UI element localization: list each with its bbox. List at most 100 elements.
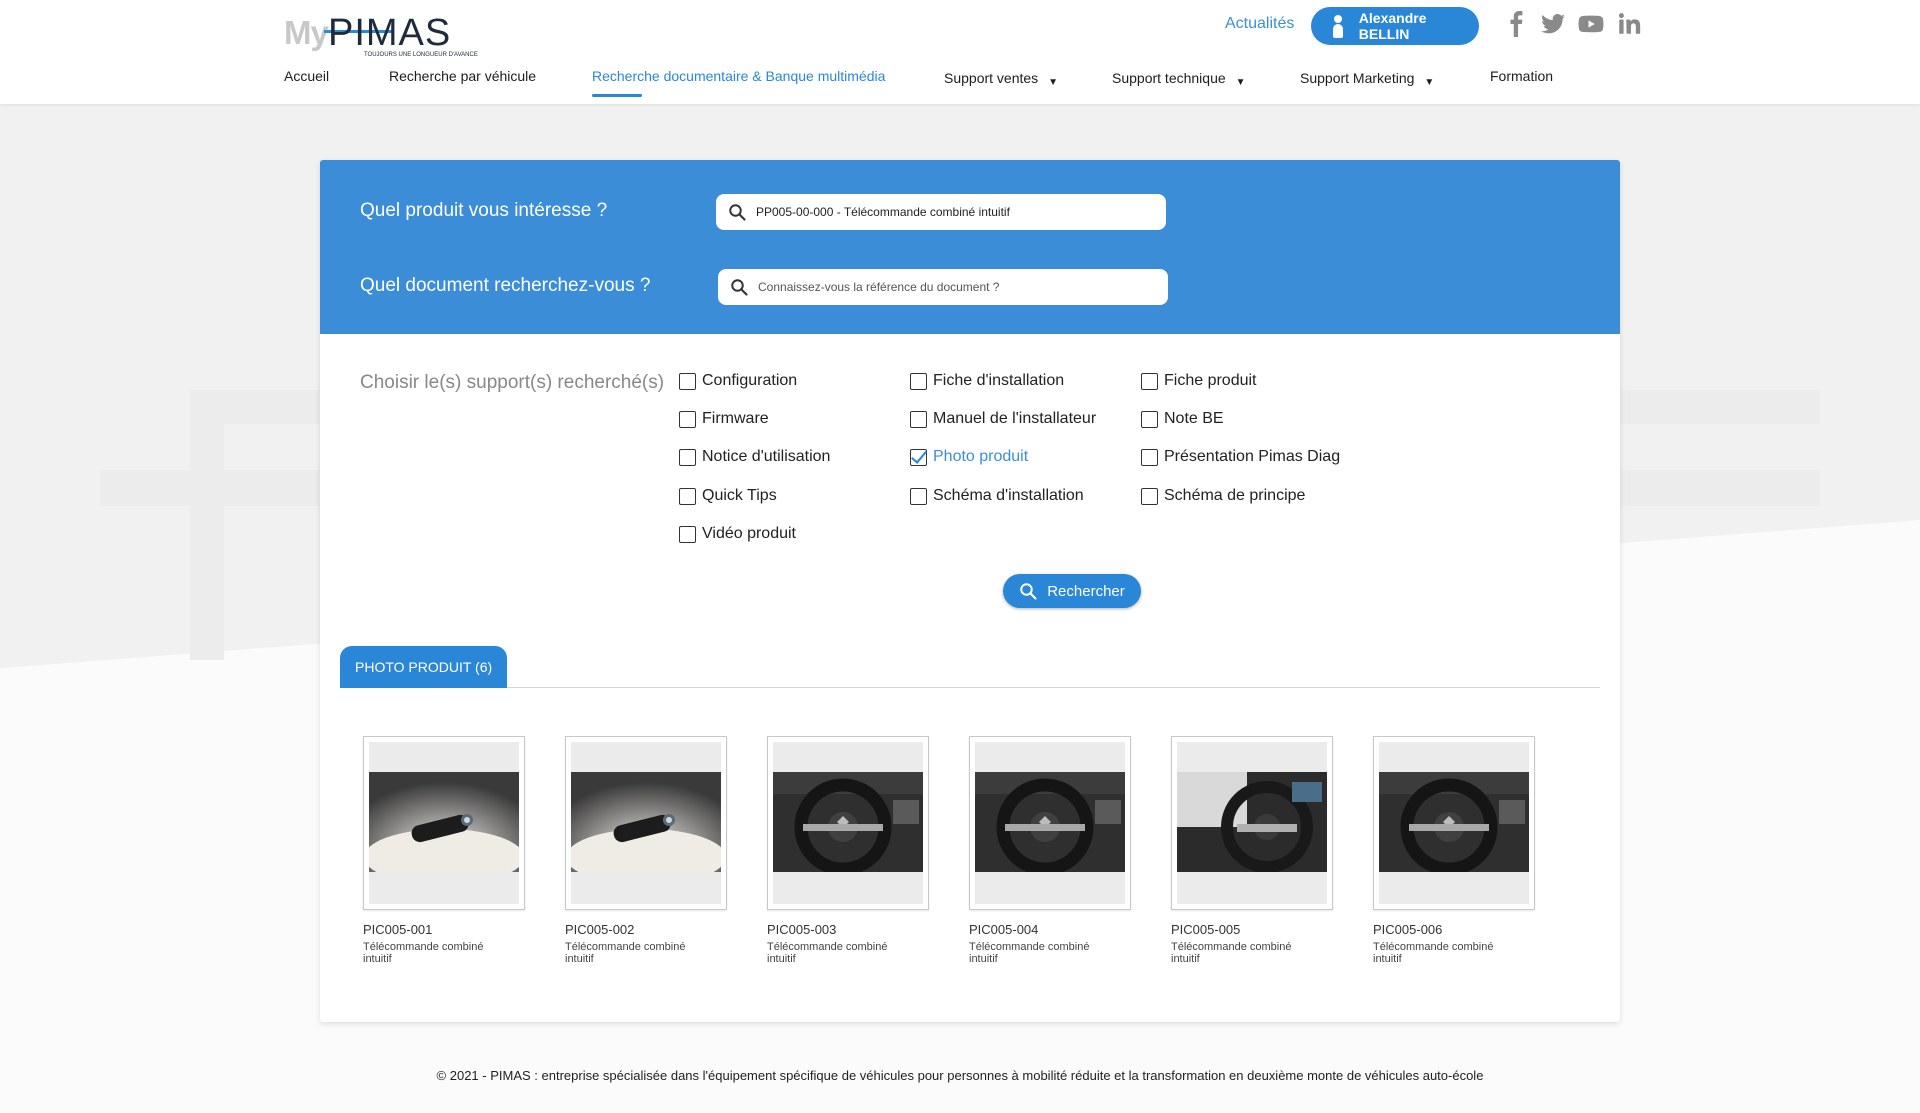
- facebook-icon[interactable]: [1504, 11, 1530, 37]
- photo-result-item[interactable]: PIC005-003 Télécommande combiné intuitif: [767, 736, 929, 965]
- logo-name: PIMAS: [328, 12, 452, 54]
- filter-checkbox[interactable]: Note BE: [1141, 410, 1224, 428]
- filter-checkbox[interactable]: Fiche d'installation: [910, 372, 1064, 390]
- logo-tagline: TOUJOURS UNE LONGUEUR D'AVANCE: [364, 52, 478, 58]
- checkbox-icon[interactable]: [1141, 487, 1158, 505]
- nav-item-support-ventes[interactable]: Support ventes ▼: [944, 70, 1059, 88]
- filter-checkbox[interactable]: Vidéo produit: [679, 525, 796, 543]
- filter-checkbox-label: Note BE: [1164, 410, 1224, 427]
- checkbox-icon[interactable]: [1141, 372, 1158, 390]
- filter-checkbox-label: Vidéo produit: [702, 525, 796, 542]
- rechercher-button[interactable]: Rechercher: [1003, 574, 1141, 608]
- filter-checkbox-label: Notice d'utilisation: [702, 448, 831, 465]
- filter-checkbox[interactable]: Manuel de l'installateur: [910, 410, 1096, 428]
- product-photo: [571, 772, 721, 872]
- filter-checkbox[interactable]: Firmware: [679, 410, 769, 428]
- filter-checkbox-label: Schéma d'installation: [933, 487, 1084, 504]
- checkbox-icon[interactable]: [910, 372, 927, 390]
- checkbox-icon[interactable]: [1141, 448, 1158, 466]
- nav-item-label: Recherche par véhicule: [389, 68, 537, 84]
- photo-thumbnail-inner: [571, 742, 721, 904]
- photo-result-item[interactable]: PIC005-001 Télécommande combiné intuitif: [363, 736, 525, 965]
- nav-item-recherche-documentaire[interactable]: Recherche documentaire & Banque multiméd…: [592, 68, 885, 84]
- nav-item-accueil[interactable]: Accueil: [284, 68, 329, 84]
- site-header: My PIMAS TOUJOURS UNE LONGUEUR D'AVANCE …: [0, 0, 1920, 104]
- filter-checkbox[interactable]: Quick Tips: [679, 487, 777, 505]
- caret-down-icon: ▼: [1424, 77, 1435, 88]
- photo-reference[interactable]: PIC005-003: [767, 922, 929, 937]
- filter-checkbox[interactable]: Photo produit: [910, 448, 1028, 466]
- nav-item-label: Accueil: [284, 68, 330, 84]
- photo-thumbnail[interactable]: [363, 736, 525, 910]
- nav-item-support-marketing[interactable]: Support Marketing ▼: [1300, 70, 1435, 88]
- main-nav: Accueil Recherche par véhicule Recherche…: [0, 68, 1920, 104]
- filter-checkbox[interactable]: Schéma d'installation: [910, 487, 1084, 505]
- checkbox-icon[interactable]: [1141, 410, 1158, 428]
- product-question-label: Quel produit vous intéresse ?: [360, 200, 608, 221]
- checkbox-icon[interactable]: [679, 487, 696, 505]
- photo-result-item[interactable]: PIC005-002 Télécommande combiné intuitif: [565, 736, 727, 965]
- product-photo: [773, 772, 923, 872]
- nav-item-support-technique[interactable]: Support technique ▼: [1112, 70, 1246, 88]
- checkbox-icon[interactable]: [679, 410, 696, 428]
- checkbox-icon[interactable]: [679, 448, 696, 466]
- product-photo: [1379, 772, 1529, 872]
- photo-description: Télécommande combiné intuitif: [767, 941, 888, 965]
- filter-checkbox-label: Firmware: [702, 410, 769, 427]
- caret-down-icon: ▼: [1235, 77, 1246, 88]
- tab-photo-produit[interactable]: PHOTO PRODUIT (6): [340, 646, 508, 688]
- filter-checkbox-label: Fiche d'installation: [933, 372, 1065, 389]
- checkbox-icon[interactable]: [910, 410, 927, 428]
- photo-result-item[interactable]: PIC005-005 Télécommande combiné intuitif: [1171, 736, 1333, 965]
- linkedin-icon[interactable]: [1616, 11, 1642, 37]
- photo-reference[interactable]: PIC005-002: [565, 922, 727, 937]
- nav-item-label: Recherche documentaire & Banque multiméd…: [592, 68, 886, 84]
- youtube-icon[interactable]: [1578, 11, 1604, 37]
- product-photo: [975, 772, 1125, 872]
- filter-checkbox[interactable]: Configuration: [679, 372, 797, 390]
- nav-item-recherche-vehicule[interactable]: Recherche par véhicule: [389, 68, 536, 84]
- twitter-icon[interactable]: [1540, 11, 1566, 37]
- filter-checkbox-label: Fiche produit: [1164, 372, 1257, 389]
- site-footer: © 2021 - PIMAS : entreprise spécialisée …: [436, 1068, 1484, 1083]
- photo-reference[interactable]: PIC005-004: [969, 922, 1131, 937]
- filter-checkbox[interactable]: Fiche produit: [1141, 372, 1257, 390]
- checkbox-icon[interactable]: [679, 372, 696, 390]
- checkbox-icon[interactable]: [910, 487, 927, 505]
- photo-thumbnail-inner: [975, 742, 1125, 904]
- photo-reference[interactable]: PIC005-001: [363, 922, 525, 937]
- photo-thumbnail[interactable]: [1373, 736, 1535, 910]
- checkbox-checked-icon[interactable]: [910, 448, 927, 466]
- document-search-input[interactable]: [758, 280, 1138, 294]
- caret-down-icon: ▼: [1048, 77, 1059, 88]
- filter-checkbox[interactable]: Notice d'utilisation: [679, 448, 830, 466]
- photo-thumbnail[interactable]: [565, 736, 727, 910]
- photo-thumbnail[interactable]: [969, 736, 1131, 910]
- photo-thumbnail[interactable]: [1171, 736, 1333, 910]
- product-search-box: [716, 194, 1166, 230]
- filter-label: Choisir le(s) support(s) recherché(s): [360, 372, 665, 393]
- filter-checkbox[interactable]: Présentation Pimas Diag: [1141, 448, 1340, 466]
- photo-reference[interactable]: PIC005-006: [1373, 922, 1535, 937]
- search-icon: [729, 204, 746, 221]
- actualites-link[interactable]: Actualités: [1225, 15, 1294, 33]
- filter-checkbox-label: Schéma de principe: [1164, 487, 1306, 504]
- nav-item-label: Formation: [1490, 68, 1554, 84]
- product-search-input[interactable]: [756, 205, 1136, 219]
- filter-checkbox-label: Manuel de l'installateur: [933, 410, 1097, 427]
- nav-item-label: Support technique: [1112, 70, 1226, 86]
- photo-thumbnail[interactable]: [767, 736, 929, 910]
- user-account-button[interactable]: Alexandre BELLIN: [1311, 7, 1479, 45]
- filter-checkbox[interactable]: Schéma de principe: [1141, 487, 1305, 505]
- logo-prefix: My: [284, 14, 329, 51]
- photo-reference[interactable]: PIC005-005: [1171, 922, 1333, 937]
- nav-item-formation[interactable]: Formation: [1490, 68, 1553, 84]
- photo-result-item[interactable]: PIC005-004 Télécommande combiné intuitif: [969, 736, 1131, 965]
- filter-checkbox-label: Quick Tips: [702, 487, 777, 504]
- product-photo: [1177, 772, 1327, 872]
- photo-result-item[interactable]: PIC005-006 Télécommande combiné intuitif: [1373, 736, 1535, 965]
- checkbox-icon[interactable]: [679, 525, 696, 543]
- photo-thumbnail-inner: [369, 742, 519, 904]
- document-search-card: Quel produit vous intéresse ? Quel docum…: [320, 160, 1620, 1022]
- mypimas-logo[interactable]: My PIMAS TOUJOURS UNE LONGUEUR D'AVANCE: [284, 12, 482, 58]
